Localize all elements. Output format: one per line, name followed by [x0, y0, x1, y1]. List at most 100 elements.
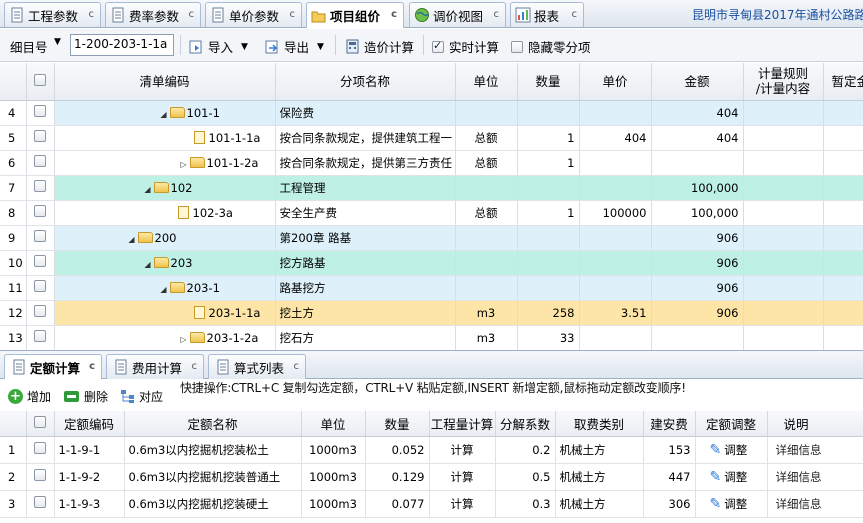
- col-header-amount[interactable]: 金额: [651, 63, 744, 101]
- qty-cell[interactable]: 1: [517, 150, 580, 176]
- rule-cell[interactable]: [743, 275, 824, 301]
- row-checkbox-cell[interactable]: [26, 436, 55, 464]
- tab-fee-calc[interactable]: 费用计算 c: [106, 354, 204, 379]
- delete-button[interactable]: 删除: [64, 388, 108, 405]
- unit-cell[interactable]: m3: [455, 300, 518, 326]
- provisional-cell[interactable]: [823, 125, 863, 151]
- table-row[interactable]: 13 ▷ 203-1-2a 挖石方 m3 33: [0, 325, 863, 351]
- row-checkbox-cell[interactable]: [26, 250, 55, 276]
- unit-cell[interactable]: 总额: [455, 200, 518, 226]
- code-cell[interactable]: ◢ 203-1: [54, 275, 276, 301]
- qty-cell[interactable]: 1: [517, 125, 580, 151]
- rule-cell[interactable]: [743, 225, 824, 251]
- expanded-arrow-icon[interactable]: ◢: [142, 185, 154, 194]
- col-header-qty[interactable]: 数量: [365, 411, 430, 437]
- name-cell[interactable]: 第200章 路基: [275, 225, 456, 251]
- rule-cell[interactable]: [743, 150, 824, 176]
- tab-formula-list[interactable]: 算式列表 c: [208, 354, 306, 379]
- select-all-header[interactable]: [26, 411, 55, 437]
- tab-close-icon[interactable]: c: [572, 9, 578, 20]
- name-cell[interactable]: 挖方路基: [275, 250, 456, 276]
- provisional-cell[interactable]: [823, 250, 863, 276]
- provisional-cell[interactable]: [823, 175, 863, 201]
- col-header-fee-type[interactable]: 取费类别: [555, 411, 644, 437]
- quota-code-cell[interactable]: 1-1-9-1: [54, 436, 125, 464]
- checkbox[interactable]: [34, 230, 46, 242]
- code-input[interactable]: 1-200-203-1-1a: [70, 34, 174, 56]
- tab-close-icon[interactable]: c: [89, 361, 95, 372]
- checkbox[interactable]: [511, 40, 523, 53]
- table-row[interactable]: 6 ▷ 101-1-2a 按合同条款规定，提供第三方责任 总额 1: [0, 150, 863, 176]
- row-checkbox-cell[interactable]: [26, 175, 55, 201]
- checkbox[interactable]: [34, 442, 46, 454]
- price-cell[interactable]: [579, 325, 652, 351]
- select-all-header[interactable]: [26, 63, 55, 101]
- price-cell[interactable]: 3.51: [579, 300, 652, 326]
- unit-cell[interactable]: [455, 225, 518, 251]
- col-header-price[interactable]: 单价: [579, 63, 652, 101]
- col-header-quota-name[interactable]: 定额名称: [124, 411, 302, 437]
- select-all-checkbox[interactable]: [34, 73, 46, 86]
- table-row[interactable]: 10 ◢ 203 挖方路基 906: [0, 250, 863, 276]
- unit-cell[interactable]: 1000m3: [301, 490, 366, 518]
- rule-cell[interactable]: [743, 125, 824, 151]
- table-row[interactable]: 11 ◢ 203-1 路基挖方 906: [0, 275, 863, 301]
- quota-code-cell[interactable]: 1-1-9-2: [54, 463, 125, 491]
- name-cell[interactable]: 安全生产费: [275, 200, 456, 226]
- qty-cell[interactable]: [517, 175, 580, 201]
- rule-cell[interactable]: [743, 250, 824, 276]
- realtime-calc-checkbox[interactable]: 实时计算: [432, 37, 499, 56]
- adjust-button[interactable]: ✎ 调整: [695, 490, 768, 518]
- tab-project-params[interactable]: 工程参数 c: [4, 2, 101, 27]
- adjust-button[interactable]: ✎ 调整: [695, 463, 768, 491]
- qty-cell[interactable]: [517, 275, 580, 301]
- rule-cell[interactable]: [743, 325, 824, 351]
- detail-link[interactable]: 详细信息: [767, 490, 863, 518]
- col-header-provisional[interactable]: 暂定金: [823, 63, 863, 101]
- qty-cell[interactable]: [517, 250, 580, 276]
- tab-rate-params[interactable]: 费率参数 c: [105, 2, 201, 27]
- row-checkbox-cell[interactable]: [26, 300, 55, 326]
- calc-link[interactable]: 计算: [429, 463, 496, 491]
- checkbox[interactable]: [34, 180, 46, 192]
- col-header-install-fee[interactable]: 建安费: [643, 411, 696, 437]
- code-cell[interactable]: ◢ 102: [54, 175, 276, 201]
- checkbox[interactable]: [34, 255, 46, 267]
- expanded-arrow-icon[interactable]: ◢: [142, 260, 154, 269]
- fee-type-cell[interactable]: 机械土方: [555, 436, 644, 464]
- name-cell[interactable]: 按合同条款规定，提供第三方责任: [275, 150, 456, 176]
- provisional-cell[interactable]: [823, 100, 863, 126]
- col-header-calc[interactable]: 工程量计算: [429, 411, 496, 437]
- tab-close-icon[interactable]: c: [290, 9, 296, 20]
- table-row[interactable]: 8 102-3a 安全生产费 总额 1 100000 100,000: [0, 200, 863, 226]
- unit-cell[interactable]: [455, 100, 518, 126]
- unit-cell[interactable]: [455, 275, 518, 301]
- row-checkbox-cell[interactable]: [26, 150, 55, 176]
- row-checkbox-cell[interactable]: [26, 200, 55, 226]
- table-row-selected[interactable]: 12 203-1-1a 挖土方 m3 258 3.51 906: [0, 300, 863, 326]
- provisional-cell[interactable]: [823, 325, 863, 351]
- collapsed-arrow-icon[interactable]: ▷: [178, 160, 190, 169]
- name-cell[interactable]: 挖土方: [275, 300, 456, 326]
- calc-cost-button[interactable]: 造价计算: [345, 37, 414, 56]
- col-header-desc[interactable]: 说明: [767, 411, 863, 437]
- price-cell[interactable]: [579, 175, 652, 201]
- row-checkbox-cell[interactable]: [26, 325, 55, 351]
- col-header-coef[interactable]: 分解系数: [495, 411, 556, 437]
- checkbox[interactable]: [34, 496, 46, 508]
- hide-zero-checkbox[interactable]: 隐藏零分项: [511, 37, 591, 56]
- qty-cell[interactable]: [517, 100, 580, 126]
- code-cell[interactable]: ▷ 203-1-2a: [54, 325, 276, 351]
- tab-close-icon[interactable]: c: [294, 361, 300, 372]
- import-button[interactable]: 导入 ▼: [189, 37, 248, 56]
- provisional-cell[interactable]: [823, 275, 863, 301]
- checkbox[interactable]: [34, 105, 46, 117]
- unit-cell[interactable]: [455, 250, 518, 276]
- rule-cell[interactable]: [743, 300, 824, 326]
- table-row[interactable]: 7 ◢ 102 工程管理 100,000: [0, 175, 863, 201]
- checkbox[interactable]: [34, 469, 46, 481]
- rule-cell[interactable]: [743, 100, 824, 126]
- col-header-adjust[interactable]: 定额调整: [695, 411, 768, 437]
- code-cell[interactable]: ▷ 101-1-2a: [54, 150, 276, 176]
- calc-link[interactable]: 计算: [429, 436, 496, 464]
